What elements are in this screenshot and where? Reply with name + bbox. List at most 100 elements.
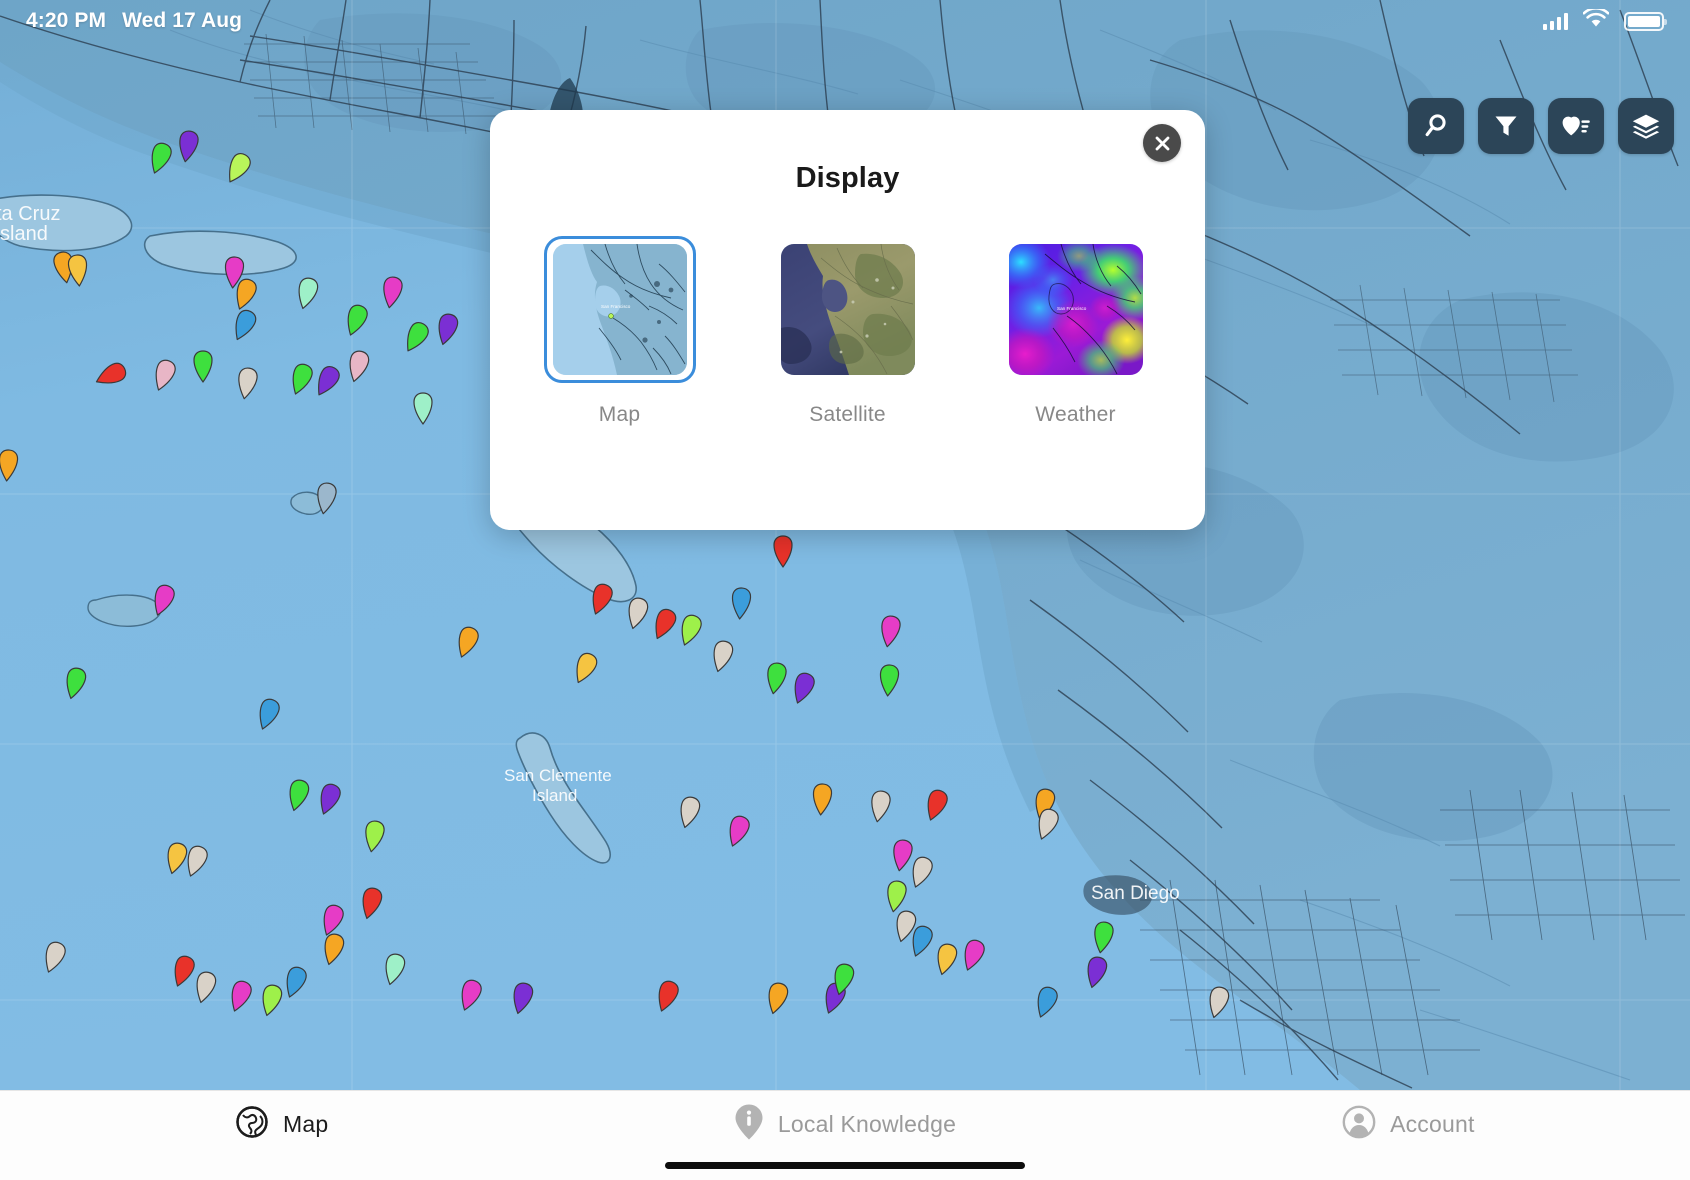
vessel-marker[interactable] (291, 275, 323, 316)
vessel-marker[interactable] (585, 581, 617, 622)
vessel-marker[interactable] (651, 978, 683, 1019)
display-option-satellite[interactable]: Satellite (774, 236, 922, 427)
display-dialog: Display (490, 110, 1205, 530)
vessel-marker[interactable] (355, 885, 387, 926)
vessel-marker[interactable] (313, 781, 345, 822)
vessel-marker[interactable] (674, 612, 706, 653)
tab-map[interactable]: Map (0, 1091, 563, 1157)
vessel-marker[interactable] (282, 777, 314, 818)
display-option-label-weather: Weather (1035, 403, 1115, 427)
vessel-marker[interactable] (222, 150, 254, 191)
svg-text:San Francisco: San Francisco (1057, 306, 1087, 311)
vessel-marker[interactable] (147, 582, 179, 623)
vessel-marker[interactable] (506, 980, 538, 1021)
weather-heatmap-thumbnail: San Francisco (1009, 244, 1143, 375)
vessel-marker[interactable] (310, 480, 342, 521)
filter-funnel-icon (1492, 112, 1520, 140)
svg-text:San Francisco: San Francisco (601, 304, 631, 309)
map-thumbnail-ring: San Francisco (544, 236, 696, 383)
map-thumbnail: San Francisco (553, 244, 687, 375)
heart-list-icon (1561, 113, 1591, 139)
vessel-marker[interactable] (407, 390, 439, 431)
display-option-label-satellite: Satellite (809, 403, 886, 427)
vessel-marker[interactable] (0, 447, 24, 488)
weather-thumbnail-ring: San Francisco (1000, 236, 1152, 383)
vessel-marker[interactable] (1202, 984, 1234, 1025)
vessel-marker[interactable] (767, 533, 799, 574)
vessel-marker[interactable] (228, 307, 260, 348)
display-option-map[interactable]: San Francisco Map (546, 236, 694, 427)
vessel-marker[interactable] (1080, 954, 1112, 995)
vessel-marker[interactable] (342, 348, 374, 389)
search-icon (1422, 112, 1450, 140)
display-options: San Francisco Map (490, 236, 1205, 427)
vessel-marker[interactable] (95, 357, 127, 398)
vessel-marker[interactable] (311, 363, 343, 404)
vessel-marker[interactable] (451, 624, 483, 665)
display-option-weather[interactable]: San Francisco Weather (1002, 236, 1150, 427)
vessel-marker[interactable] (569, 650, 601, 691)
map-label-san-diego: San Diego (1091, 883, 1180, 904)
vessel-marker[interactable] (957, 937, 989, 978)
vessel-marker[interactable] (340, 302, 372, 343)
vessel-marker[interactable] (874, 613, 906, 654)
vessel-marker[interactable] (38, 939, 70, 980)
filter-button[interactable] (1478, 98, 1534, 154)
vessel-marker[interactable] (827, 961, 859, 1002)
app-root: ta Cruz sland San Clemente Island San Di… (0, 0, 1690, 1180)
vessel-marker[interactable] (180, 843, 212, 884)
vessel-marker[interactable] (376, 274, 408, 315)
vessel-marker[interactable] (761, 980, 793, 1021)
display-option-label-map: Map (599, 403, 640, 427)
tab-label-account: Account (1390, 1111, 1475, 1138)
map-label-island-2: Island (532, 786, 577, 805)
vessel-marker[interactable] (59, 665, 91, 706)
tab-label-local-knowledge: Local Knowledge (778, 1111, 956, 1138)
layers-button[interactable] (1618, 98, 1674, 154)
vessel-marker[interactable] (62, 252, 94, 293)
vessel-marker[interactable] (787, 670, 819, 711)
satellite-thumbnail (781, 244, 915, 375)
map-toolbar (1408, 98, 1674, 154)
vessel-marker[interactable] (725, 585, 757, 626)
vessel-marker[interactable] (920, 787, 952, 828)
tab-account[interactable]: Account (1127, 1091, 1690, 1157)
vessel-marker[interactable] (864, 788, 896, 829)
vessel-marker[interactable] (187, 348, 219, 389)
vessel-marker[interactable] (873, 662, 905, 703)
vessel-marker[interactable] (189, 969, 221, 1010)
map-label-san-clemente: San Clemente (504, 766, 612, 785)
satellite-thumbnail-ring (772, 236, 924, 383)
close-x-icon (1153, 134, 1172, 153)
globe-icon (235, 1105, 269, 1144)
vessel-marker[interactable] (454, 977, 486, 1018)
info-pin-icon (734, 1103, 764, 1146)
layers-icon (1631, 112, 1661, 140)
vessel-marker[interactable] (148, 357, 180, 398)
vessel-marker[interactable] (317, 931, 349, 972)
vessel-marker[interactable] (172, 128, 204, 169)
vessel-marker[interactable] (706, 638, 738, 679)
vessel-marker[interactable] (378, 951, 410, 992)
map-label-island: sland (0, 223, 48, 245)
vessel-marker[interactable] (231, 365, 263, 406)
vessel-marker[interactable] (1031, 806, 1063, 847)
search-button[interactable] (1408, 98, 1464, 154)
vessel-marker[interactable] (806, 781, 838, 822)
vessel-marker[interactable] (673, 794, 705, 835)
vessel-marker[interactable] (358, 818, 390, 859)
dialog-title: Display (490, 162, 1205, 195)
vessel-marker[interactable] (252, 696, 284, 737)
person-circle-icon (1342, 1105, 1376, 1144)
vessel-marker[interactable] (431, 311, 463, 352)
favorites-button[interactable] (1548, 98, 1604, 154)
close-button[interactable] (1143, 124, 1181, 162)
vessel-marker[interactable] (279, 964, 311, 1005)
tab-local-knowledge[interactable]: Local Knowledge (563, 1091, 1126, 1157)
vessel-marker[interactable] (1030, 984, 1062, 1025)
bottom-tab-bar: Map Local Knowledge Account (0, 1090, 1690, 1180)
map-label-santa-cruz: ta Cruz (0, 203, 60, 225)
tab-label-map: Map (283, 1111, 328, 1138)
vessel-marker[interactable] (722, 813, 754, 854)
home-indicator[interactable] (665, 1162, 1025, 1169)
